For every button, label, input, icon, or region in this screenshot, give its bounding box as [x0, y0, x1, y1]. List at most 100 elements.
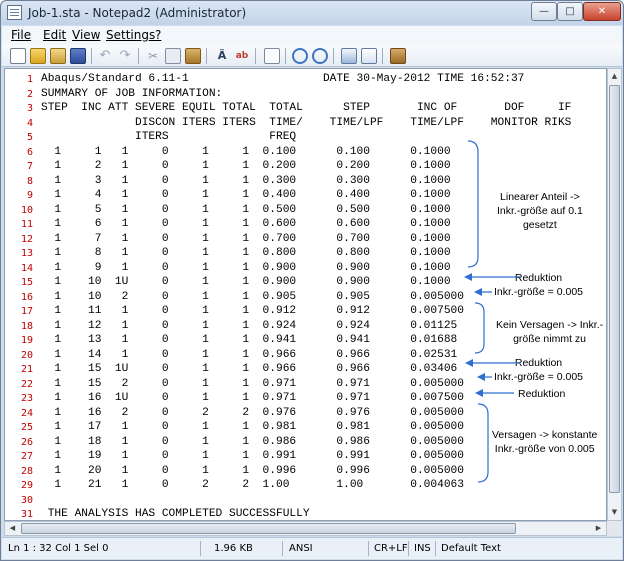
status-bar: Ln 1 : 32 Col 1 Sel 0 1.96 KB ANSI CR+LF… [2, 537, 622, 559]
code-line: 1 4 1 0 1 1 0.400 0.400 0.1000 [41, 189, 451, 201]
status-separator [408, 541, 409, 556]
code-line: 1 5 1 0 1 1 0.500 0.500 0.1000 [41, 203, 451, 216]
minimize-button[interactable]: — [531, 2, 557, 21]
menu-help[interactable]: ? [155, 28, 161, 42]
menu-edit[interactable]: Edit [43, 28, 66, 42]
menu-settings-label: Settings [106, 28, 156, 42]
line-number: 18 [20, 320, 33, 332]
line-number: 28 [20, 465, 33, 477]
code-line: 1 16 1U 0 1 1 0.971 0.971 0.007500 [41, 392, 464, 404]
annotation-reduction-1: Reduktion Inkr.-größe = 0.005 [494, 272, 584, 298]
menu-file[interactable]: File [11, 28, 31, 42]
status-encoding[interactable]: ANSI [289, 543, 313, 554]
line-number: 20 [20, 349, 33, 361]
code-line: Abaqus/Standard 6.11-1 DATE 30-May-2012 … [41, 73, 525, 85]
line-number: 23 [20, 393, 33, 404]
select-scheme-icon[interactable] [341, 48, 357, 64]
code-line: 1 15 2 0 1 1 0.971 0.971 0.005000 [41, 377, 464, 390]
zoom-out-icon[interactable] [312, 48, 328, 64]
code-line: 1 3 1 0 1 1 0.300 0.300 0.1000 [41, 174, 451, 187]
exit-icon[interactable] [390, 48, 406, 64]
code-line: 1 21 1 0 2 2 1.00 1.00 0.004063 [41, 479, 464, 491]
code-line: 1 14 1 0 1 1 0.966 0.966 0.02531 [41, 348, 458, 361]
status-separator [435, 541, 436, 556]
annotation-reduction-2: Reduktion Inkr.-größe = 0.005 [494, 357, 584, 383]
toolbar: ↶ ↷ ✂ Ä ab [2, 45, 622, 67]
scroll-right-icon[interactable]: ▶ [592, 523, 605, 534]
menu-bar: File Edit View Settings ? [2, 26, 622, 45]
line-number: 26 [20, 436, 33, 448]
line-number: 17 [20, 306, 33, 317]
line-number: 30 [20, 494, 33, 506]
replace-icon[interactable]: ab [234, 48, 250, 64]
line-number: 10 [20, 204, 33, 216]
line-number: 27 [20, 451, 33, 462]
menu-view[interactable]: View [72, 28, 100, 42]
menu-help-label: ? [155, 28, 162, 42]
zoom-in-icon[interactable] [292, 48, 308, 64]
code-line: ITERS FREQ [41, 131, 297, 143]
scroll-up-icon[interactable]: ▲ [609, 70, 620, 83]
line-number: 6 [26, 146, 33, 158]
annotation-no-failure: Kein Versagen -> Inkr.- größe nimmt zu [496, 319, 604, 345]
line-number: 25 [20, 422, 33, 433]
code-line: SUMMARY OF JOB INFORMATION: [41, 87, 223, 100]
status-separator [200, 541, 201, 556]
find-icon[interactable]: Ä [214, 48, 230, 64]
toolbar-separator [333, 48, 334, 64]
code-line: 1 11 1 0 1 1 0.912 0.912 0.007500 [41, 305, 464, 317]
annotation-failure-constant: Versagen -> konstante Inkr.-größe von 0.0… [492, 429, 598, 455]
line-number: 12 [20, 233, 33, 245]
open-folder-icon[interactable] [30, 48, 46, 64]
horizontal-scrollbar[interactable]: ◀ ▶ [4, 521, 607, 536]
line-number: 9 [26, 190, 33, 201]
word-wrap-icon[interactable] [264, 48, 280, 64]
code-line: THE ANALYSIS HAS COMPLETED SUCCESSFULLY [41, 508, 310, 520]
code-line: 1 18 1 0 1 1 0.986 0.986 0.005000 [41, 435, 464, 448]
code-line: 1 7 1 0 1 1 0.700 0.700 0.1000 [41, 232, 451, 245]
code-line: 1 13 1 0 1 1 0.941 0.941 0.01688 [41, 334, 458, 346]
scroll-down-icon[interactable]: ▼ [609, 506, 620, 519]
maximize-button[interactable]: □ [557, 2, 583, 21]
code-line: DISCON ITERS ITERS TIME/ TIME/LPF TIME/L… [41, 116, 572, 129]
annotation-reduction-3: Reduktion [518, 388, 566, 400]
save-icon[interactable] [70, 48, 86, 64]
code-line: 1 10 1U 0 1 1 0.900 0.900 0.1000 [41, 276, 451, 288]
code-line: 1 15 1U 0 1 1 0.966 0.966 0.03406 [41, 363, 458, 375]
line-number: 5 [26, 132, 33, 143]
menu-view-label: View [72, 28, 101, 42]
scroll-left-icon[interactable]: ◀ [6, 523, 19, 534]
status-size: 1.96 KB [214, 543, 253, 554]
toolbar-separator [382, 48, 383, 64]
code-line: STEP INC ATT SEVERE EQUIL TOTAL TOTAL ST… [41, 102, 572, 114]
status-insert-mode[interactable]: INS [414, 543, 431, 554]
line-number: 1 [26, 74, 33, 85]
title-bar[interactable]: Job-1.sta - Notepad2 (Administrator) — □… [1, 1, 623, 25]
menu-settings[interactable]: Settings [106, 28, 155, 42]
scrollbar-corner [607, 521, 622, 536]
status-line-endings[interactable]: CR+LF [374, 543, 408, 554]
code-line: 1 1 1 0 1 1 0.100 0.100 0.1000 [41, 145, 451, 158]
status-scheme[interactable]: Default Text [441, 543, 501, 554]
code-line: 1 19 1 0 1 1 0.991 0.991 0.005000 [41, 450, 464, 462]
cut-icon[interactable]: ✂ [145, 48, 161, 64]
menu-file-label: File [11, 28, 32, 42]
customize-scheme-icon[interactable] [361, 48, 377, 64]
line-number: 8 [26, 175, 33, 187]
horizontal-scroll-thumb[interactable] [21, 523, 516, 534]
code-line: 1 10 2 0 1 1 0.905 0.905 0.005000 [41, 290, 464, 303]
copy-icon[interactable] [165, 48, 181, 64]
new-file-icon[interactable] [10, 48, 26, 64]
line-number: 16 [20, 291, 33, 303]
browse-icon[interactable] [50, 48, 66, 64]
window-title: Job-1.sta - Notepad2 (Administrator) [28, 6, 247, 20]
line-number: 21 [20, 364, 33, 375]
vertical-scroll-thumb[interactable] [609, 85, 620, 493]
paste-icon[interactable] [185, 48, 201, 64]
redo-icon[interactable]: ↷ [117, 48, 133, 64]
close-button[interactable]: ✕ [583, 2, 621, 21]
code-line: 1 9 1 0 1 1 0.900 0.900 0.1000 [41, 261, 451, 274]
vertical-scrollbar[interactable]: ▲ ▼ [607, 68, 622, 521]
line-number: 24 [20, 407, 33, 419]
undo-icon[interactable]: ↶ [97, 48, 113, 64]
